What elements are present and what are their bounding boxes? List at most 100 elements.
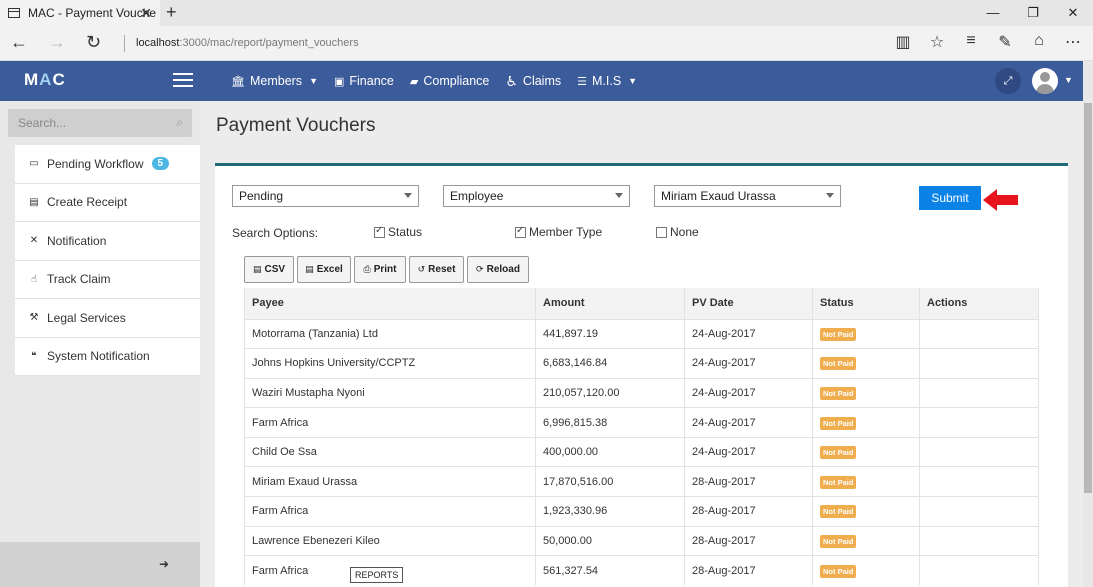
sidebar-item-notification[interactable]: ✕ Notification: [15, 222, 200, 261]
menu-members-label: Members: [249, 74, 303, 88]
logo-letter-c: C: [52, 70, 66, 89]
table-row[interactable]: Child Oe Ssa 400,000.00 24-Aug-2017 Not Pai…: [244, 436, 1039, 467]
wheelchair-icon: ♿: [505, 72, 518, 89]
page-title: Payment Vouchers: [216, 115, 376, 136]
share-icon[interactable]: ⌂: [1029, 32, 1049, 52]
dropdown-arrow-icon: [615, 193, 623, 198]
sidebar-item-track-claim[interactable]: ☝ Track Claim: [15, 261, 200, 299]
table-row[interactable]: Lawrence Ebenezeri Kileo 50,000.00 28-Aug-…: [244, 525, 1039, 556]
table-body: Motorrama (Tanzania) Ltd 441,897.19 24-Aug…: [244, 318, 1039, 586]
table-row[interactable]: Motorrama (Tanzania) Ltd 441,897.19 24-Aug…: [244, 318, 1039, 349]
reload-button[interactable]: ⟳ Reload: [467, 256, 529, 283]
file-icon: ▤: [252, 264, 262, 274]
excel-button[interactable]: ▤ Excel: [297, 256, 351, 283]
minimize-icon[interactable]: —: [973, 0, 1013, 26]
submit-button[interactable]: Submit: [919, 186, 981, 210]
comments-icon: ❝: [31, 350, 37, 362]
cell-status: Not Paid: [812, 466, 920, 497]
hub-icon[interactable]: ≡: [961, 32, 981, 52]
url-field[interactable]: localhost:3000/mac/report/payment_vouche…: [136, 37, 359, 49]
column-header-amount[interactable]: Amount: [535, 288, 685, 319]
status-badge: Not Paid: [820, 357, 857, 371]
none-checkbox[interactable]: None: [656, 225, 699, 239]
scrollbar-thumb[interactable]: [1084, 103, 1092, 493]
forward-arrow-icon[interactable]: →: [48, 32, 66, 53]
sidebar-item-label: Legal Services: [47, 310, 126, 325]
close-tab-icon[interactable]: ✕: [140, 5, 152, 22]
web-note-icon[interactable]: ✎: [995, 32, 1015, 52]
pending-count-badge: 5: [151, 157, 170, 171]
table-row[interactable]: Miriam Exaud Urassa 17,870,516.00 28-Aug-2…: [244, 466, 1039, 497]
refresh-icon[interactable]: ↻: [86, 32, 101, 53]
menu-members[interactable]: 🏛 Members ▼: [231, 74, 318, 88]
member-type-checkbox[interactable]: Member Type: [515, 225, 602, 239]
status-select[interactable]: Pending: [232, 185, 419, 207]
table-row[interactable]: Farm Africa 1,923,330.96 28-Aug-2017 Not Pa…: [244, 496, 1039, 527]
list-icon: ☰: [577, 75, 587, 88]
sidebar-item-pending-workflow[interactable]: ▭ Pending Workflow 5: [15, 145, 200, 184]
search-input[interactable]: [8, 109, 158, 137]
reset-button[interactable]: ↺ Reset: [409, 256, 464, 283]
fullscreen-expand-icon[interactable]: ⤢: [995, 68, 1021, 94]
user-avatar[interactable]: [1032, 68, 1058, 94]
address-bar: ← → ↻ localhost:3000/mac/report/payment_…: [0, 26, 1093, 61]
avatar-chevron-down-icon[interactable]: ▼: [1064, 75, 1073, 85]
app-navbar: MAC 🏛 Members ▼ ▣ Finance ▰ Compliance ♿ Clai…: [0, 61, 1083, 101]
sidebar-item-create-receipt[interactable]: ▤ Create Receipt: [15, 184, 200, 222]
app-logo[interactable]: MAC: [24, 70, 66, 90]
close-window-icon[interactable]: ✕: [1053, 0, 1093, 26]
sidebar-item-system-notification[interactable]: ❝ System Notification: [15, 338, 200, 376]
browser-tab[interactable]: MAC - Payment Vouche ✕: [0, 0, 160, 26]
cell-pv-date: 28-Aug-2017: [684, 496, 813, 527]
more-icon[interactable]: ⋯: [1063, 32, 1083, 52]
menu-compliance[interactable]: ▰ Compliance: [410, 74, 489, 88]
status-badge: Not Paid: [820, 446, 857, 460]
checkbox-label: Status: [388, 225, 423, 239]
csv-button[interactable]: ▤ CSV: [244, 256, 294, 283]
cell-payee: Johns Hopkins University/CCPTZ: [244, 348, 536, 379]
menu-mis[interactable]: ☰ M.I.S ▼: [577, 74, 637, 88]
column-header-actions: Actions: [919, 288, 1039, 319]
reading-view-icon[interactable]: ▥: [893, 32, 913, 52]
restore-icon[interactable]: ❐: [1013, 0, 1053, 26]
cell-actions: [919, 348, 1039, 379]
payment-vouchers-table: Payee Amount PV Date Status Actions Moto…: [244, 288, 1039, 586]
money-icon: ▣: [333, 75, 345, 88]
cell-payee: Motorrama (Tanzania) Ltd: [244, 318, 536, 349]
table-row[interactable]: Farm Africa 6,996,815.38 24-Aug-2017 Not Pa…: [244, 407, 1039, 438]
sidebar-item-label: Track Claim: [47, 272, 111, 287]
status-checkbox[interactable]: Status: [374, 225, 422, 239]
search-icon[interactable]: ⌕: [176, 115, 183, 130]
favorite-star-icon[interactable]: ☆: [927, 32, 947, 52]
logout-icon[interactable]: ➜: [159, 557, 169, 571]
checkbox-unchecked-icon: [656, 226, 667, 238]
sidebar-item-label: System Notification: [47, 349, 150, 364]
menu-claims[interactable]: ♿ Claims: [505, 73, 561, 90]
member-type-select[interactable]: Employee: [443, 185, 630, 207]
cell-amount: 210,057,120.00: [535, 377, 685, 408]
page-scrollbar[interactable]: [1083, 61, 1093, 587]
cell-amount: 400,000.00: [535, 436, 685, 467]
table-row[interactable]: Johns Hopkins University/CCPTZ 6,683,146.…: [244, 348, 1039, 379]
cell-amount: 17,870,516.00: [535, 466, 685, 497]
checkbox-label: Member Type: [529, 225, 603, 239]
menu-compliance-label: Compliance: [423, 74, 490, 88]
cell-actions: [919, 436, 1039, 467]
menu-finance[interactable]: ▣ Finance: [334, 74, 394, 88]
column-header-status[interactable]: Status: [812, 288, 920, 319]
cell-status: Not Paid: [812, 348, 920, 379]
new-tab-icon[interactable]: +: [166, 2, 177, 23]
hamburger-menu-icon[interactable]: [173, 73, 193, 89]
cell-actions: [919, 496, 1039, 527]
table-row[interactable]: Waziri Mustapha Nyoni 210,057,120.00 24-Au…: [244, 377, 1039, 408]
address-separator: [124, 35, 125, 52]
column-header-pv-date[interactable]: PV Date: [684, 288, 813, 319]
member-select[interactable]: Miriam Exaud Urassa: [654, 185, 841, 207]
print-button[interactable]: ⎙ Print: [354, 256, 406, 283]
cell-status: Not Paid: [812, 377, 920, 408]
sidebar-item-legal-services[interactable]: ⚒ Legal Services: [15, 299, 200, 338]
back-arrow-icon[interactable]: ←: [10, 32, 28, 53]
status-badge: Not Paid: [820, 534, 857, 548]
cell-payee: Lawrence Ebenezeri Kileo: [244, 525, 536, 556]
column-header-payee[interactable]: Payee: [244, 288, 536, 319]
